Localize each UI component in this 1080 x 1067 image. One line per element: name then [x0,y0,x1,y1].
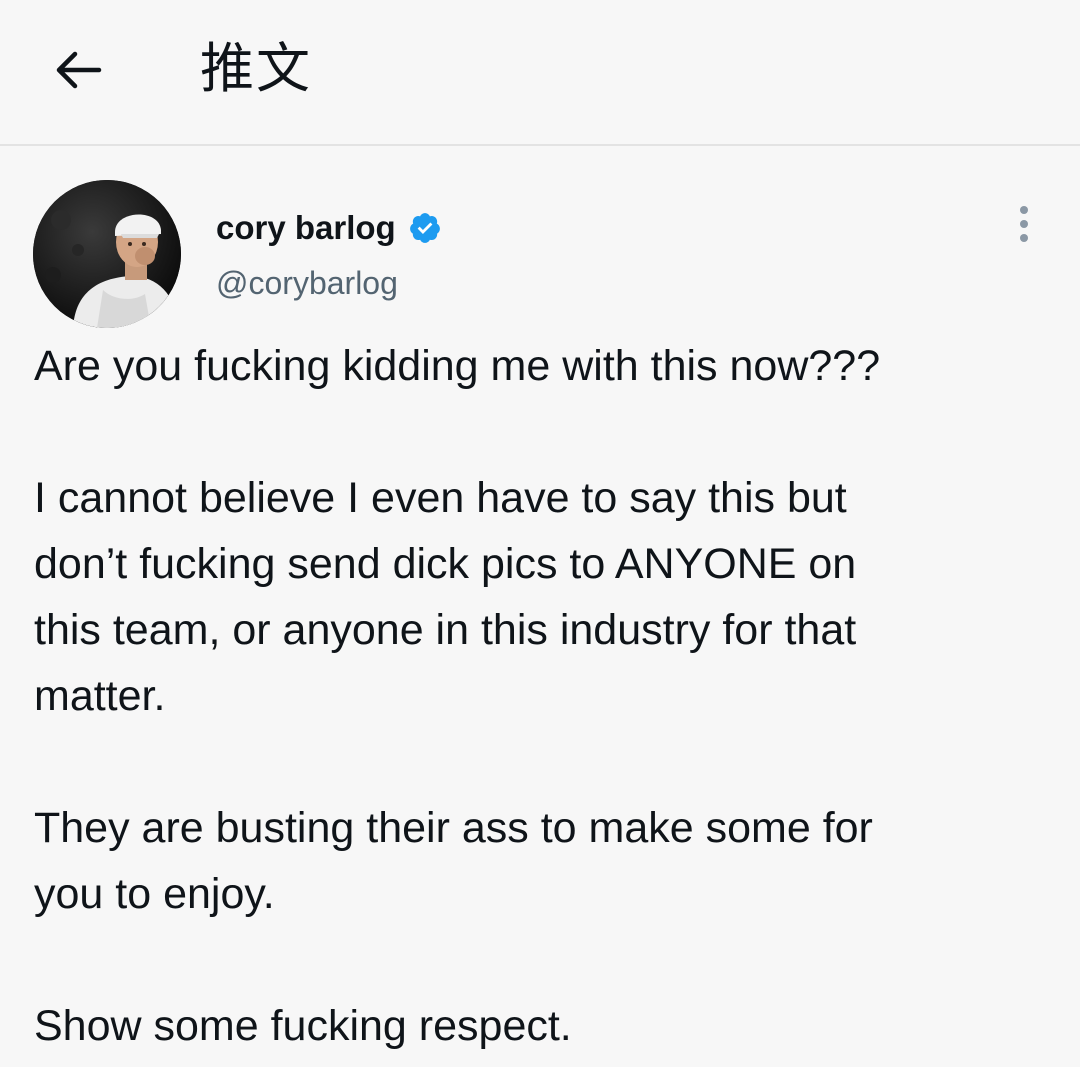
tweet-paragraph: I cannot believe I even have to say this… [34,474,857,720]
author-handle[interactable]: @corybarlog [216,263,398,303]
arrow-left-icon [56,51,102,89]
avatar-photo [33,180,181,328]
author-display-name: cory barlog [216,209,396,246]
back-button[interactable] [40,40,116,100]
page-title: 推文 [200,39,312,99]
tweet-text: Are you fucking kidding me with this now… [34,333,1064,1059]
tweet-paragraph: They are busting their ass to make some … [34,804,873,918]
top-app-bar: 推文 [0,0,1080,146]
tweet-paragraph: Show some fucking respect. [34,1002,572,1050]
tweet-paragraph: Are you fucking kidding me with this now… [34,342,881,390]
more-vertical-icon [1020,206,1028,242]
verified-badge-icon [409,213,440,243]
author-name-row[interactable]: cory barlog [216,208,442,248]
more-options-button[interactable] [1000,200,1048,248]
avatar[interactable] [33,180,181,328]
